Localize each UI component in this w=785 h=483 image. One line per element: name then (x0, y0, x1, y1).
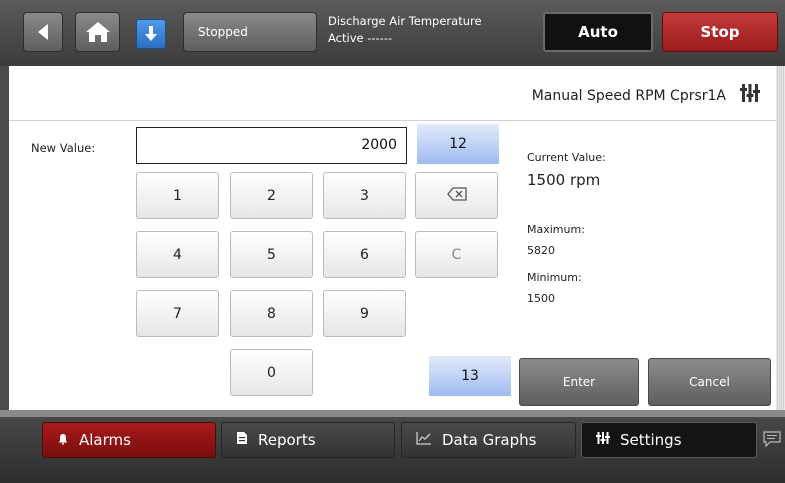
tab-settings[interactable]: Settings (581, 422, 757, 458)
cancel-button[interactable]: Cancel (648, 358, 771, 406)
title-divider (9, 120, 776, 121)
maximum-value: 5820 (527, 244, 555, 257)
alarm-name: Discharge Air Temperature (328, 14, 482, 28)
settings-sliders-icon (740, 83, 760, 107)
settings-sliders-icon (596, 431, 610, 449)
maximum-label: Maximum: (527, 223, 585, 236)
current-value-label: Current Value: (527, 151, 606, 164)
keypad-key-2[interactable]: 2 (230, 172, 313, 219)
keypad-key-0[interactable]: 0 (230, 349, 313, 396)
new-value-label: New Value: (31, 141, 96, 155)
unit-status-label: Stopped (198, 25, 248, 39)
minimum-label: Minimum: (527, 271, 582, 284)
keypad-key-6[interactable]: 6 (323, 231, 406, 278)
back-arrow-icon (36, 23, 50, 41)
keypad-key-1[interactable]: 1 (136, 172, 219, 219)
bottom-nav: Alarms Reports Data Graphs Settings (0, 417, 785, 483)
tab-settings-label: Settings (620, 431, 682, 449)
alarm-state: Active ------ (328, 31, 393, 45)
setpoint-panel: Manual Speed RPM Cprsr1A New Value: 2000… (9, 66, 776, 410)
minimum-value: 1500 (527, 292, 555, 305)
chat-icon[interactable] (762, 430, 782, 452)
download-button[interactable] (136, 19, 166, 49)
tab-alarms[interactable]: Alarms (42, 422, 216, 458)
back-button[interactable] (23, 12, 63, 52)
line-graph-icon (416, 431, 432, 449)
tab-alarms-label: Alarms (79, 431, 131, 449)
page-title: Manual Speed RPM Cprsr1A (531, 88, 726, 104)
keypad-key-5[interactable]: 5 (230, 231, 313, 278)
document-icon (236, 431, 248, 449)
keypad-key-8[interactable]: 8 (230, 290, 313, 337)
stop-button[interactable]: Stop (662, 12, 778, 52)
home-button[interactable] (75, 12, 120, 52)
tab-data-graphs-label: Data Graphs (442, 431, 537, 449)
marker-badge: 13 (429, 356, 511, 396)
scrollbar[interactable] (776, 66, 785, 410)
download-arrow-icon (144, 25, 158, 43)
clear-key[interactable]: C (415, 231, 498, 278)
backspace-icon (446, 186, 467, 205)
active-alarm-info[interactable]: Discharge Air Temperature Active ------ (328, 13, 482, 47)
bell-icon (57, 431, 69, 449)
tab-reports-label: Reports (258, 431, 316, 449)
keypad-key-3[interactable]: 3 (323, 172, 406, 219)
keypad-key-4[interactable]: 4 (136, 231, 219, 278)
current-value: 1500 rpm (527, 171, 601, 189)
tab-reports[interactable]: Reports (221, 422, 395, 458)
backspace-key[interactable] (415, 172, 498, 219)
keypad-key-9[interactable]: 9 (323, 290, 406, 337)
new-value-field[interactable]: 2000 (136, 127, 407, 164)
home-icon (85, 21, 111, 43)
tab-data-graphs[interactable]: Data Graphs (401, 422, 576, 458)
bottom-separator (0, 410, 785, 417)
auto-button[interactable]: Auto (543, 12, 653, 52)
top-header: Stopped Discharge Air Temperature Active… (0, 0, 785, 66)
keypad-key-7[interactable]: 7 (136, 290, 219, 337)
enter-button[interactable]: Enter (519, 358, 639, 406)
unit-status-button[interactable]: Stopped (183, 12, 317, 52)
marker-badge: 12 (417, 124, 499, 164)
